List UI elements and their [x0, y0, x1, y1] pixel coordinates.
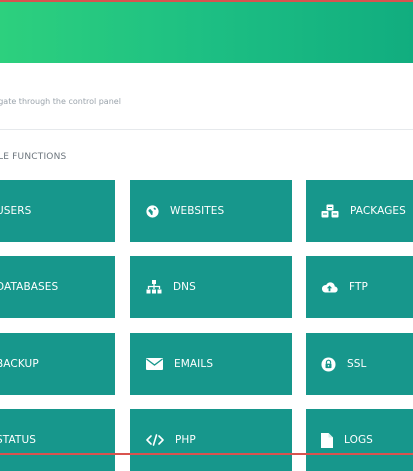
globe-icon: [146, 204, 159, 218]
sitemap-icon: [146, 280, 162, 294]
tile-websites[interactable]: WEBSITES: [130, 180, 292, 242]
code-icon: [146, 434, 164, 446]
lock-icon: [321, 356, 336, 372]
tile-label: USERS: [0, 205, 32, 217]
tile-logs[interactable]: LOGS: [306, 409, 413, 471]
tile-label: DNS: [173, 281, 196, 293]
tile-dns[interactable]: DNS: [130, 256, 292, 318]
tile-status[interactable]: STATUS: [0, 409, 115, 471]
header-banner: [0, 0, 413, 63]
tile-databases[interactable]: DATABASES: [0, 256, 115, 318]
tile-ssl[interactable]: SSL: [306, 333, 413, 395]
tile-emails[interactable]: EMAILS: [130, 333, 292, 395]
tile-php[interactable]: PHP: [130, 409, 292, 471]
tile-label: PACKAGES: [350, 205, 406, 217]
section-title: LE FUNCTIONS: [0, 152, 67, 162]
tile-label: STATUS: [0, 434, 36, 446]
tile-packages[interactable]: PACKAGES: [306, 180, 413, 242]
tile-label: DATABASES: [0, 281, 59, 293]
tile-label: FTP: [349, 281, 368, 293]
cubes-icon: [321, 204, 339, 218]
cloud-upload-icon: [321, 281, 338, 293]
tile-label: BACKUP: [0, 358, 39, 370]
page-subtitle: igate through the control panel: [0, 97, 121, 106]
tile-backup[interactable]: BACKUP: [0, 333, 115, 395]
tile-ftp[interactable]: FTP: [306, 256, 413, 318]
tile-label: PHP: [175, 434, 196, 446]
tile-label: LOGS: [344, 434, 373, 446]
tile-label: EMAILS: [174, 358, 214, 370]
tile-label: SSL: [347, 358, 367, 370]
divider: [0, 129, 413, 130]
envelope-icon: [146, 358, 163, 370]
tile-users[interactable]: USERS: [0, 180, 115, 242]
file-icon: [321, 432, 333, 448]
tile-label: WEBSITES: [170, 205, 225, 217]
